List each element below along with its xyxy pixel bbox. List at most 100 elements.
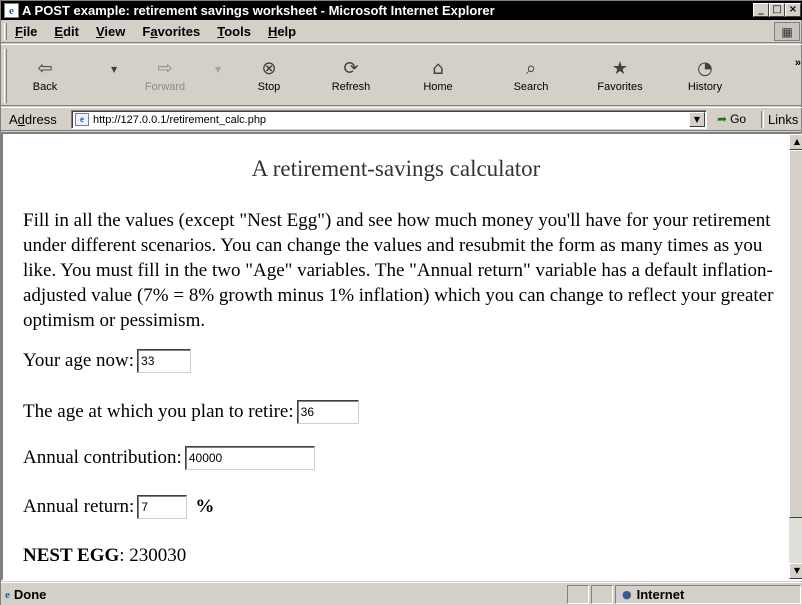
status-security-cell bbox=[591, 585, 613, 604]
status-bar: e Done ● Internet bbox=[1, 582, 802, 605]
links-button[interactable]: Links bbox=[768, 112, 798, 127]
go-label: Go bbox=[730, 112, 747, 126]
windows-logo-icon: ▦ bbox=[774, 22, 800, 41]
address-label: Address bbox=[9, 112, 57, 127]
menu-tools[interactable]: Tools bbox=[217, 24, 251, 39]
browser-window: e A POST example: retirement savings wor… bbox=[0, 0, 802, 605]
menu-edit-label: dit bbox=[63, 23, 79, 39]
back-dropdown-icon[interactable]: ▼ bbox=[111, 65, 117, 74]
menu-edit-hotkey: E bbox=[54, 23, 64, 39]
close-button[interactable]: × bbox=[785, 3, 801, 17]
menu-edit[interactable]: Edit bbox=[54, 24, 79, 39]
status-text-cell: e Done bbox=[3, 585, 565, 604]
contribution-row: Annual contribution: 40000 bbox=[23, 446, 315, 470]
age-now-label: Your age now: bbox=[23, 350, 135, 371]
ie-page-icon[interactable]: e bbox=[4, 3, 19, 18]
internet-globe-icon: ● bbox=[622, 588, 632, 601]
menu-favorites-label: vorites bbox=[157, 23, 201, 39]
history-label: History bbox=[687, 81, 723, 93]
contribution-input[interactable]: 40000 bbox=[184, 446, 315, 470]
scroll-down-icon[interactable]: ▼ bbox=[789, 563, 802, 579]
toolbar-more-icon[interactable]: » bbox=[795, 57, 801, 69]
nest-egg-label: NEST EGG bbox=[23, 545, 120, 566]
status-progress-cell bbox=[567, 585, 589, 604]
page-icon: e bbox=[75, 113, 89, 126]
stop-icon: ⊗ bbox=[261, 58, 277, 79]
menu-favorites-hotkey: a bbox=[150, 23, 158, 39]
age-now-input[interactable]: 33 bbox=[137, 349, 192, 373]
favorites-label: Favorites bbox=[597, 81, 643, 93]
history-icon: ◔ bbox=[697, 58, 713, 79]
percent-suffix: % bbox=[195, 496, 215, 517]
nest-egg-value: : 230030 bbox=[119, 545, 187, 566]
stop-button[interactable]: ⊗ Stop bbox=[237, 49, 301, 101]
history-button[interactable]: ◔ History bbox=[673, 49, 737, 101]
vertical-scrollbar[interactable]: ▲ ▼ bbox=[789, 134, 802, 579]
status-zone-cell: ● Internet bbox=[615, 585, 801, 604]
page-content: A retirement-savings calculator Fill in … bbox=[3, 134, 789, 579]
links-separator bbox=[761, 111, 764, 128]
window-controls: _ □ × bbox=[753, 3, 801, 17]
forward-arrow-icon: ⇨ bbox=[157, 58, 173, 79]
menu-file-label: ile bbox=[22, 23, 38, 39]
go-arrow-icon: ➦ bbox=[717, 112, 728, 126]
scroll-thumb[interactable] bbox=[789, 150, 802, 518]
annual-return-row: Annual return: 7 % bbox=[23, 495, 214, 519]
home-label: Home bbox=[423, 81, 453, 93]
home-button[interactable]: ⌂ Home bbox=[406, 49, 470, 101]
menu-grip[interactable] bbox=[4, 23, 7, 40]
search-button[interactable]: ⌕ Search bbox=[499, 49, 563, 101]
minimize-button[interactable]: _ bbox=[753, 3, 769, 17]
refresh-button[interactable]: ⟳ Refresh bbox=[319, 49, 383, 101]
back-arrow-icon: ⇦ bbox=[37, 58, 53, 79]
menu-help[interactable]: Help bbox=[268, 24, 296, 39]
forward-button[interactable]: ⇨ Forward bbox=[133, 49, 197, 101]
menu-file[interactable]: File bbox=[15, 24, 37, 39]
status-zone: Internet bbox=[636, 587, 685, 602]
annual-return-input[interactable]: 7 bbox=[137, 495, 188, 519]
search-label: Search bbox=[513, 81, 549, 93]
maximize-button[interactable]: □ bbox=[769, 3, 785, 17]
annual-return-label: Annual return: bbox=[23, 496, 135, 517]
intro-paragraph: Fill in all the values (except "Nest Egg… bbox=[23, 210, 774, 331]
age-now-row: Your age now: 33 bbox=[23, 349, 192, 373]
menu-file-hotkey: F bbox=[15, 23, 23, 39]
home-icon: ⌂ bbox=[432, 58, 444, 79]
retire-age-input[interactable]: 36 bbox=[296, 400, 359, 424]
page-done-icon: e bbox=[5, 588, 10, 601]
address-dropdown-icon[interactable]: ▼ bbox=[689, 112, 705, 127]
forward-dropdown-icon[interactable]: ▼ bbox=[215, 65, 221, 74]
address-label-rest: dress bbox=[24, 112, 57, 127]
contribution-label: Annual contribution: bbox=[23, 447, 182, 468]
menu-favorites[interactable]: Favorites bbox=[142, 24, 200, 39]
address-input[interactable]: e http://127.0.0.1/retirement_calc.php ▼ bbox=[71, 110, 707, 129]
back-button[interactable]: ⇦ Back bbox=[13, 49, 77, 101]
retire-age-row: The age at which you plan to retire: 36 bbox=[23, 400, 359, 424]
menu-help-label: elp bbox=[277, 23, 297, 39]
address-bar: Address e http://127.0.0.1/retirement_ca… bbox=[1, 107, 802, 131]
status-text: Done bbox=[13, 587, 47, 602]
window-title: A POST example: retirement savings works… bbox=[22, 3, 495, 18]
scroll-up-icon[interactable]: ▲ bbox=[789, 134, 802, 150]
address-url[interactable]: http://127.0.0.1/retirement_calc.php bbox=[93, 114, 266, 126]
menu-view[interactable]: View bbox=[96, 24, 125, 39]
forward-label: Forward bbox=[144, 81, 186, 93]
toolbar-grip[interactable] bbox=[4, 49, 7, 103]
menu-view-label: iew bbox=[104, 23, 126, 39]
search-icon: ⌕ bbox=[525, 58, 537, 79]
content-frame: A retirement-savings calculator Fill in … bbox=[1, 132, 802, 581]
title-bar[interactable]: e A POST example: retirement savings wor… bbox=[1, 1, 802, 20]
favorites-button[interactable]: ★ Favorites bbox=[588, 49, 652, 101]
back-label: Back bbox=[32, 81, 58, 93]
stop-label: Stop bbox=[257, 81, 281, 93]
address-label-prefix: A bbox=[9, 112, 18, 127]
menu-bar: File Edit View Favorites Tools Help ▦ bbox=[1, 20, 802, 43]
address-label-hotkey: d bbox=[17, 112, 25, 127]
standard-toolbar: ⇦ Back ▼ ⇨ Forward ▼ ⊗ Stop ⟳ Refresh ⌂ … bbox=[1, 44, 802, 106]
page-title: A retirement-savings calculator bbox=[251, 156, 541, 181]
go-button[interactable]: ➦ Go bbox=[717, 112, 746, 126]
menu-tools-label: ools bbox=[224, 23, 251, 39]
favorites-icon: ★ bbox=[611, 58, 629, 79]
menu-help-hotkey: H bbox=[267, 23, 278, 39]
nest-egg-row: NEST EGG : 230030 bbox=[23, 545, 186, 567]
